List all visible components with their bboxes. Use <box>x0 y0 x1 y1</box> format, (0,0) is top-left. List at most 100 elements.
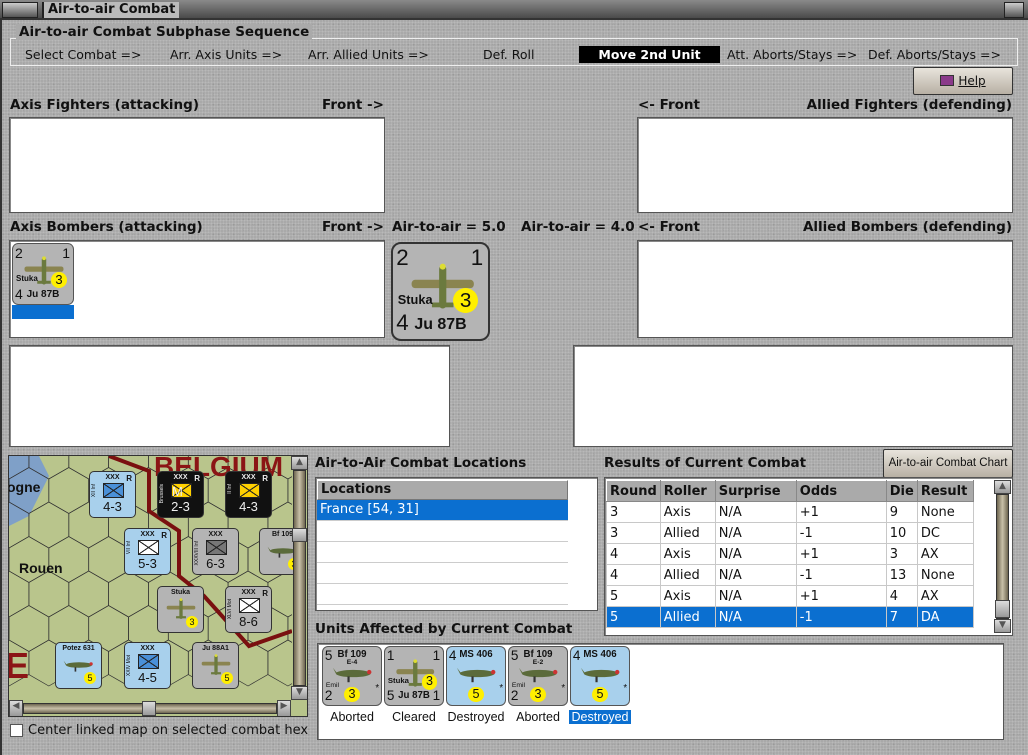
title-bar: Air-to-air Combat <box>0 0 1028 20</box>
reserve-marker: R <box>262 589 268 598</box>
axis-bombers-front: Front -> <box>322 219 384 235</box>
units-affected-box[interactable]: 5 2 * Bf 109 E-4 Emil 3 Aborted 1 1 5 1 Ju 87B Stuka 3… <box>317 643 1004 740</box>
seq-arr-axis: Arr. Axis Units => <box>170 47 283 62</box>
cell-round: 3 <box>606 522 661 544</box>
hscroll-thumb[interactable] <box>142 701 156 716</box>
column-header-odds[interactable]: Odds <box>795 480 887 502</box>
infantry-symbol: M <box>171 483 192 499</box>
map-unit-counter[interactable]: XXX R 4-3 XII Inf <box>89 471 136 518</box>
allied-info-box <box>573 345 1013 447</box>
scroll-up-button[interactable]: ▲ <box>291 456 307 470</box>
axis-bomber-counter[interactable]: 2 1 4 Ju 87B Stuka 3 <box>12 243 74 305</box>
unit-counter[interactable]: 5 2 * Bf 109 E-4 Emil 3 <box>322 646 382 706</box>
reserve-marker: R <box>262 474 268 483</box>
axis-bombers-box[interactable]: 2 1 4 Ju 87B Stuka 3 <box>9 240 385 338</box>
center-map-checkbox[interactable] <box>10 724 23 737</box>
linked-map[interactable]: BELGIUMogneRouenE XXXR4-3XII InfXXXRM2-3… <box>8 455 308 717</box>
location-row[interactable] <box>317 563 568 584</box>
map-vertical-scrollbar[interactable]: ▲ ▼ <box>291 456 307 700</box>
scroll-right-button[interactable]: ▶ <box>277 700 291 716</box>
locations-list[interactable]: Locations France [54, 31] <box>315 477 598 611</box>
cell-result: AX <box>916 585 974 607</box>
combat-chart-button[interactable]: Air-to-air Combat Chart <box>883 449 1013 478</box>
map-unit-counter[interactable]: XXX 6-3 XXXVIII Inf <box>192 528 239 575</box>
allied-bombers-box[interactable] <box>637 240 1013 338</box>
window-close-button[interactable] <box>1004 2 1024 18</box>
results-scroll-up[interactable]: ▲ <box>994 480 1011 494</box>
infantry-symbol <box>138 540 159 555</box>
cell-round: 5 <box>606 585 661 607</box>
axis-fighters-front: Front -> <box>322 97 384 113</box>
selected-unit-counter[interactable]: 2 1 4 Ju 87B Stuka 3 <box>391 242 490 341</box>
cell-roller: Axis <box>659 543 716 565</box>
reserve-marker: R <box>126 474 132 483</box>
unit-counter[interactable]: 4 * MS 406 5 <box>570 646 630 706</box>
counter-name: Stuka <box>387 676 409 685</box>
cell-round: 4 <box>606 543 661 565</box>
strength-circle: 3 <box>51 272 67 288</box>
results-scroll-down[interactable]: ▼ <box>994 619 1011 633</box>
affected-unit[interactable]: 5 2 * Bf 109 E-2 Emil 3 Aborted <box>507 646 569 724</box>
column-header-surprise[interactable]: Surprise <box>714 480 797 502</box>
infantry-symbol <box>138 654 159 669</box>
locations-header[interactable]: Locations <box>317 480 568 500</box>
strength-circle: 3 <box>186 616 198 628</box>
affected-unit[interactable]: 1 1 5 1 Ju 87B Stuka 3 Cleared <box>383 646 445 724</box>
map-unit-counter[interactable]: Ju 88A1 5 <box>192 642 239 689</box>
result-row[interactable]: 3 Axis N/A +1 9 None <box>606 501 974 523</box>
cell-surprise: N/A <box>714 522 797 544</box>
map-unit-counter[interactable]: XXX 4-5 XXIV Mot <box>124 642 171 689</box>
affected-unit[interactable]: 4 * MS 406 5 Destroyed <box>445 646 507 724</box>
counter-name: Stuka <box>16 274 38 283</box>
allied-bombers-label: Allied Bombers (defending) <box>802 219 1012 235</box>
results-scroll-thumb[interactable] <box>995 600 1010 618</box>
reserve-marker: R <box>161 531 167 540</box>
unit-counter[interactable]: 5 2 * Bf 109 E-2 Emil 3 <box>508 646 568 706</box>
result-row[interactable]: 4 Allied N/A -1 13 None <box>606 564 974 586</box>
window-menu-icon[interactable] <box>2 2 38 18</box>
map-unit-counter[interactable]: Potez 631 5 <box>55 642 102 689</box>
results-scrollbar[interactable]: ▲ ▼ <box>994 480 1011 633</box>
location-row[interactable] <box>317 521 568 542</box>
scroll-down-button[interactable]: ▼ <box>291 686 307 700</box>
result-row[interactable]: 5 Allied N/A -1 7 DA <box>606 606 974 628</box>
selected-unit-highlight <box>12 305 74 319</box>
column-header-roller[interactable]: Roller <box>659 480 716 502</box>
map-unit-counter[interactable]: Stuka 3 <box>157 586 204 633</box>
help-label: Help <box>958 74 986 88</box>
cell-die: 4 <box>885 585 918 607</box>
counter-name: MS 406 <box>459 648 493 660</box>
result-row[interactable]: 4 Axis N/A +1 3 AX <box>606 543 974 565</box>
location-row[interactable] <box>317 542 568 563</box>
unit-counter[interactable]: 1 1 5 1 Ju 87B Stuka 3 <box>384 646 444 706</box>
map-unit-counter[interactable]: XXX R 8-6 XLVI Mot <box>225 586 272 633</box>
counter-star: * <box>375 682 380 694</box>
unit-status: Aborted <box>516 710 560 724</box>
unit-designation: II Inf <box>227 484 233 494</box>
help-button[interactable]: Help <box>913 67 1013 95</box>
unit-counter[interactable]: 4 * MS 406 5 <box>446 646 506 706</box>
result-row[interactable]: 5 Axis N/A +1 4 AX <box>606 585 974 607</box>
units-affected-label: Units Affected by Current Combat <box>315 621 573 637</box>
column-header-round[interactable]: Round <box>606 480 661 502</box>
affected-unit[interactable]: 5 2 * Bf 109 E-4 Emil 3 Aborted <box>321 646 383 724</box>
map-unit-name: Stuka <box>170 589 191 596</box>
column-header-result[interactable]: Result <box>916 480 974 502</box>
cell-result: AX <box>916 543 974 565</box>
allied-fighters-box[interactable] <box>637 117 1013 213</box>
scroll-thumb[interactable] <box>292 528 307 542</box>
affected-unit[interactable]: 4 * MS 406 5 Destroyed <box>569 646 631 724</box>
strength-circle: 3 <box>530 686 546 703</box>
map-unit-counter[interactable]: XXX R 5-3 VII Inf <box>124 528 171 575</box>
column-header-die[interactable]: Die <box>885 480 918 502</box>
map-horizontal-scrollbar[interactable]: ◀ ▶ <box>9 700 307 716</box>
map-unit-counter[interactable]: XXX R M 2-3 Brussels <box>157 471 204 518</box>
scroll-left-button[interactable]: ◀ <box>9 700 23 716</box>
location-row[interactable]: France [54, 31] <box>317 500 568 521</box>
location-row[interactable] <box>317 584 568 605</box>
map-unit-counter[interactable]: XXX R 4-3 II Inf <box>225 471 272 518</box>
axis-fighters-box[interactable] <box>9 117 385 213</box>
result-row[interactable]: 3 Allied N/A -1 10 DC <box>606 522 974 544</box>
cell-odds: -1 <box>795 564 887 586</box>
strength-circle: 5 <box>592 686 608 703</box>
